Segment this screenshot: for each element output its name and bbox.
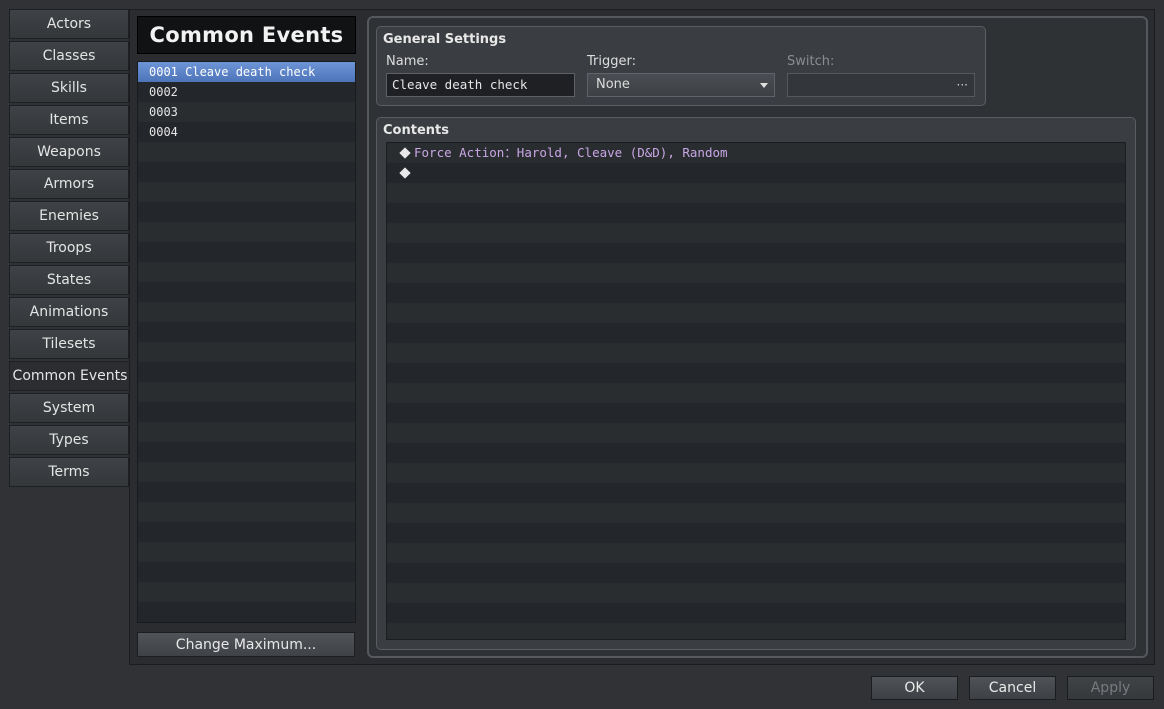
switch-field[interactable]: ···	[787, 73, 975, 97]
cancel-button[interactable]: Cancel	[969, 676, 1056, 700]
name-label: Name:	[386, 54, 429, 69]
tab-classes[interactable]: Classes	[9, 41, 129, 71]
ok-button[interactable]: OK	[871, 676, 958, 700]
contents-title: Contents	[383, 123, 449, 138]
name-input[interactable]: Cleave death check	[386, 73, 575, 97]
command-text: Force Action：Harold, Cleave (D&D), Rando…	[414, 145, 728, 160]
tab-states[interactable]: States	[9, 265, 129, 295]
list-item-0002[interactable]: 0002	[138, 82, 355, 102]
diamond-icon	[399, 167, 411, 179]
list-item-0003[interactable]: 0003	[138, 102, 355, 122]
trigger-value: None	[596, 77, 630, 92]
chevron-down-icon	[760, 83, 768, 88]
tab-items[interactable]: Items	[9, 105, 129, 135]
trigger-label: Trigger:	[587, 54, 636, 69]
tab-skills[interactable]: Skills	[9, 73, 129, 103]
list-title: Common Events	[137, 16, 356, 54]
trigger-select[interactable]: None	[587, 73, 775, 97]
ellipsis-icon[interactable]: ···	[957, 75, 968, 95]
command-row-empty[interactable]	[387, 163, 1125, 183]
list-item-0004[interactable]: 0004	[138, 122, 355, 142]
diamond-icon	[399, 147, 411, 159]
apply-button[interactable]: Apply	[1067, 676, 1154, 700]
tab-terms[interactable]: Terms	[9, 457, 129, 487]
switch-label: Switch:	[787, 54, 835, 69]
tab-types[interactable]: Types	[9, 425, 129, 455]
database-tabs: Actors Classes Skills Items Weapons Armo…	[9, 9, 130, 489]
list-item-0001[interactable]: 0001 Cleave death check	[138, 62, 355, 82]
tab-common-events[interactable]: Common Events	[9, 361, 130, 391]
common-event-list[interactable]: 0001 Cleave death check 0002 0003 0004	[137, 61, 356, 623]
tab-weapons[interactable]: Weapons	[9, 137, 129, 167]
command-row[interactable]: Force Action：Harold, Cleave (D&D), Rando…	[387, 143, 1125, 163]
tab-troops[interactable]: Troops	[9, 233, 129, 263]
tab-animations[interactable]: Animations	[9, 297, 129, 327]
tab-tilesets[interactable]: Tilesets	[9, 329, 129, 359]
tab-enemies[interactable]: Enemies	[9, 201, 129, 231]
tab-armors[interactable]: Armors	[9, 169, 129, 199]
event-command-list[interactable]: Force Action：Harold, Cleave (D&D), Rando…	[386, 142, 1126, 640]
tab-actors[interactable]: Actors	[9, 9, 129, 39]
general-settings-title: General Settings	[383, 32, 507, 47]
change-maximum-button[interactable]: Change Maximum...	[137, 632, 355, 657]
tab-system[interactable]: System	[9, 393, 129, 423]
